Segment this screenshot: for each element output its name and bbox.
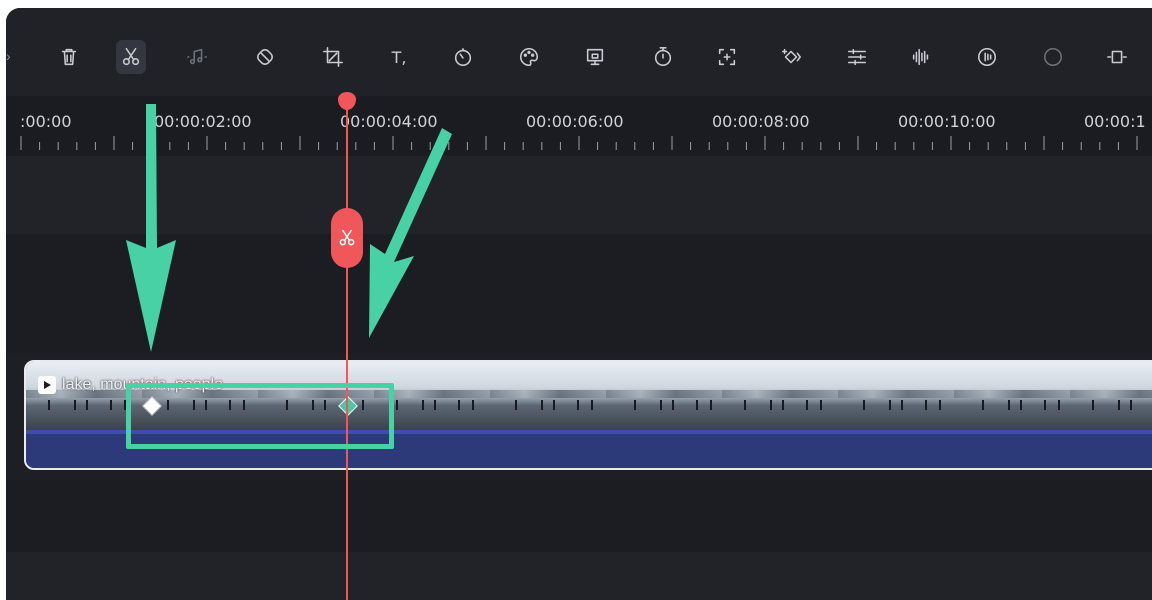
speed-icon[interactable]	[448, 40, 478, 74]
person-silhouette	[1020, 400, 1022, 410]
timecode-label: 00:00:10:00	[898, 112, 996, 131]
clip-thumbnail	[722, 362, 838, 430]
person-silhouette	[901, 400, 903, 410]
collapse-chevron-icon[interactable]: ›	[6, 48, 11, 64]
person-silhouette	[591, 400, 593, 410]
audio-icon[interactable]	[182, 40, 212, 74]
person-silhouette	[1044, 400, 1046, 410]
person-silhouette	[396, 400, 398, 410]
person-silhouette	[515, 400, 517, 410]
clip-thumbnail	[490, 362, 606, 430]
person-silhouette	[806, 400, 808, 410]
timeline-ruler[interactable]: :00:00 00:00:02:00 00:00:04:00 00:00:06:…	[6, 96, 1152, 156]
person-silhouette	[782, 400, 784, 410]
timecode-label: 00:00:06:00	[526, 112, 624, 131]
keyframe-icon[interactable]	[776, 40, 806, 74]
text-icon-label: T,	[391, 47, 407, 67]
annotation-highlight-box	[126, 383, 394, 449]
empty-track[interactable]	[6, 234, 1152, 354]
video-play-icon	[38, 376, 56, 394]
empty-track[interactable]	[6, 552, 1152, 600]
person-silhouette	[434, 400, 436, 410]
playhead-split-button[interactable]	[331, 208, 363, 268]
person-silhouette	[1118, 400, 1120, 410]
person-silhouette	[696, 400, 698, 410]
person-silhouette	[660, 400, 662, 410]
color-icon[interactable]	[514, 40, 544, 74]
person-silhouette	[422, 400, 424, 410]
split-icon	[339, 229, 355, 246]
person-silhouette	[672, 400, 674, 410]
clip-thumbnail	[954, 362, 1070, 430]
timecode-label: 00:00:04:00	[340, 112, 438, 131]
clip-thumbnail	[1070, 362, 1152, 430]
person-silhouette	[553, 400, 555, 410]
person-silhouette	[710, 400, 712, 410]
ruler-ticks	[20, 136, 1138, 150]
person-silhouette	[458, 400, 460, 410]
person-silhouette	[889, 400, 891, 410]
adjust-icon[interactable]	[842, 40, 872, 74]
person-silhouette	[1092, 400, 1094, 410]
timer-icon[interactable]	[648, 40, 678, 74]
voice-icon[interactable]	[972, 40, 1002, 74]
timecode-label: :00:00	[20, 112, 72, 131]
person-silhouette	[541, 400, 543, 410]
person-silhouette	[74, 400, 76, 410]
text-icon[interactable]: T,	[384, 40, 414, 74]
timecode-label: 00:00:08:00	[712, 112, 810, 131]
person-silhouette	[863, 400, 865, 410]
person-silhouette	[925, 400, 927, 410]
freeze-frame-icon[interactable]	[580, 40, 610, 74]
person-silhouette	[472, 400, 474, 410]
delete-icon[interactable]	[54, 40, 84, 74]
empty-track[interactable]	[6, 156, 1152, 234]
person-silhouette	[820, 400, 822, 410]
person-silhouette	[86, 400, 88, 410]
person-silhouette	[110, 400, 112, 410]
person-silhouette	[1008, 400, 1010, 410]
crop-icon[interactable]	[318, 40, 348, 74]
split-icon[interactable]	[116, 40, 146, 74]
timeline-toolbar: › T,	[6, 8, 1152, 96]
person-silhouette	[1058, 400, 1060, 410]
timecode-label: 00:00:1	[1084, 112, 1146, 131]
more-icon[interactable]	[1102, 40, 1132, 74]
person-silhouette	[577, 400, 579, 410]
clip-thumbnail	[838, 362, 954, 430]
clip-thumbnail	[26, 362, 142, 430]
person-silhouette	[770, 400, 772, 410]
person-silhouette	[744, 400, 746, 410]
zoom-icon[interactable]	[712, 40, 742, 74]
person-silhouette	[982, 400, 984, 410]
empty-track[interactable]	[6, 480, 1152, 552]
tts-icon[interactable]	[1038, 40, 1068, 74]
timecode-label: 00:00:02:00	[154, 112, 252, 131]
person-silhouette	[634, 400, 636, 410]
tag-icon[interactable]	[250, 40, 280, 74]
audio-wave-icon[interactable]	[906, 40, 936, 74]
playhead[interactable]	[346, 104, 348, 600]
clip-thumbnail	[606, 362, 722, 430]
person-silhouette	[48, 400, 50, 410]
timeline-window: › T,:00:00 00:00:02:00 00:00:04:00 00:0…	[6, 8, 1152, 600]
person-silhouette	[1130, 400, 1132, 410]
person-silhouette	[939, 400, 941, 410]
